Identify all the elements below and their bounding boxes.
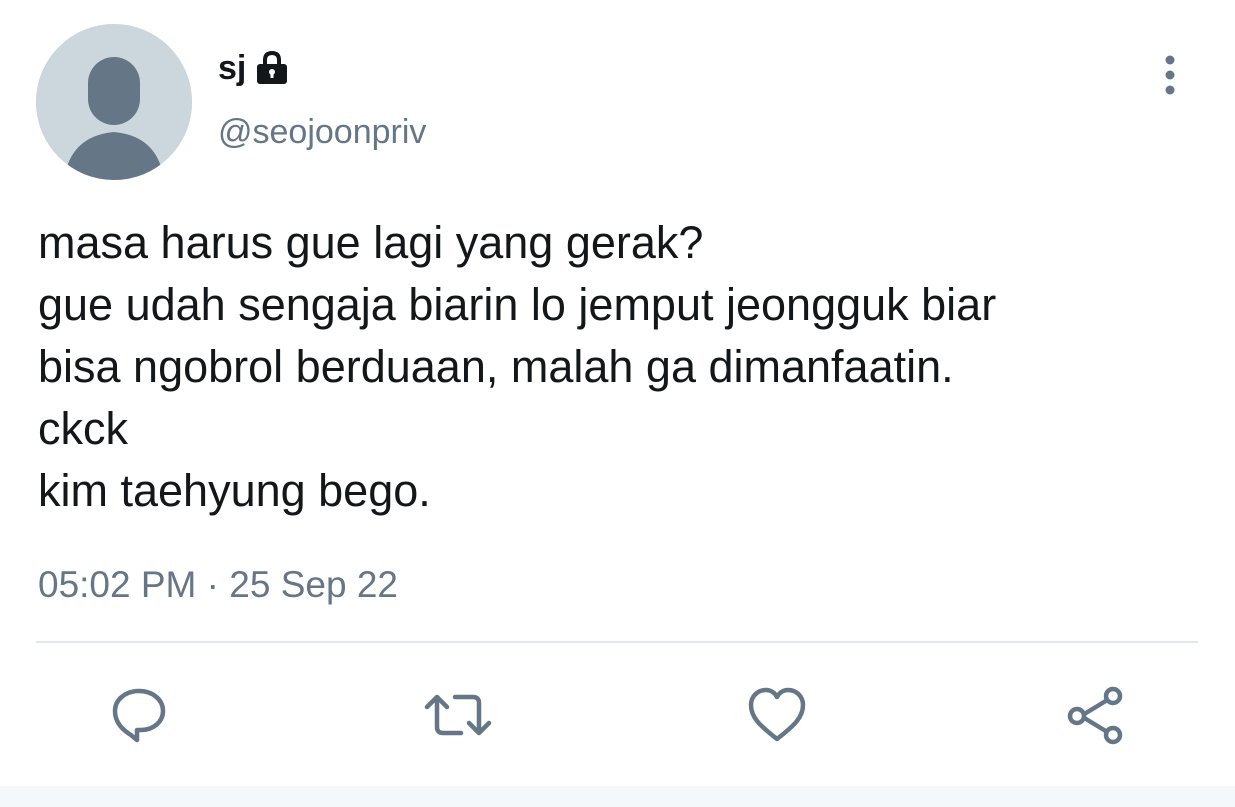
tweet-text-line: kim taehyung bego. <box>38 465 431 516</box>
tweet-text-line: masa harus gue lagi yang gerak? <box>38 217 704 268</box>
retweet-icon <box>424 694 492 736</box>
tweet-text-line: ckck <box>38 403 128 454</box>
reply-button[interactable] <box>104 680 174 750</box>
more-vertical-icon[interactable] <box>1152 50 1188 100</box>
lock-icon <box>254 50 290 86</box>
share-icon <box>1067 686 1123 745</box>
bottom-edge <box>0 786 1235 807</box>
timestamp-separator: · <box>206 564 219 605</box>
tweet-time: 05:02 PM <box>38 564 197 605</box>
tweet-timestamp[interactable]: 05:02 PM · 25 Sep 22 <box>38 560 398 610</box>
display-name[interactable]: sj <box>218 51 246 85</box>
heart-icon <box>748 687 806 742</box>
tweet-date: 25 Sep 22 <box>229 564 398 605</box>
tweet-text: masa harus gue lagi yang gerak? gue udah… <box>38 212 1208 522</box>
retweet-button[interactable] <box>423 680 493 750</box>
reply-icon <box>112 688 166 743</box>
tweet-text-line: gue udah sengaja biarin lo jemput jeongg… <box>38 279 997 330</box>
tweet-text-line: bisa ngobrol berduaan, malah ga dimanfaa… <box>38 341 954 392</box>
divider <box>36 641 1198 643</box>
display-name-row[interactable]: sj <box>218 46 290 90</box>
avatar[interactable] <box>36 24 192 180</box>
user-handle[interactable]: @seojoonpriv <box>218 112 426 153</box>
tweet-card: sj @seojoonpriv masa harus gue lagi yang… <box>0 0 1235 807</box>
share-button[interactable] <box>1060 680 1130 750</box>
default-avatar-icon <box>36 24 192 180</box>
like-button[interactable] <box>742 680 812 750</box>
